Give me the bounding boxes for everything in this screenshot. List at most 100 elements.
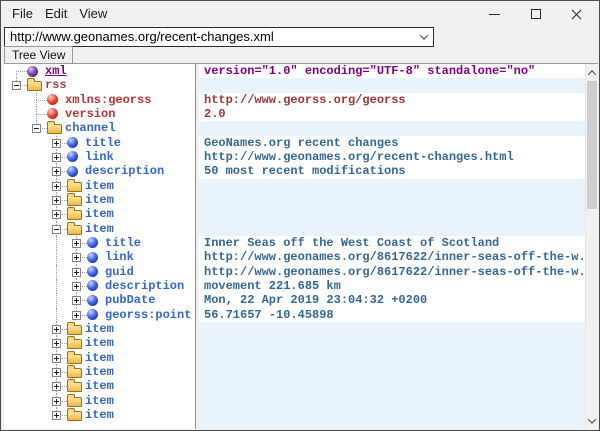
tree-node-label: description — [85, 164, 164, 178]
tree-node-label: rss — [45, 78, 67, 92]
value-row[interactable] — [199, 207, 585, 221]
value-row[interactable]: 56.71657 -10.45898 — [199, 308, 585, 322]
tree-row[interactable]: item — [4, 365, 195, 379]
value-row[interactable]: GeoNames.org recent changes — [199, 136, 585, 150]
maximize-icon — [531, 9, 541, 19]
tree-row[interactable]: xml — [4, 64, 195, 78]
collapse-icon[interactable] — [12, 81, 21, 90]
value-row[interactable] — [199, 179, 585, 193]
expand-icon[interactable] — [52, 368, 61, 377]
menu-file[interactable]: File — [6, 2, 39, 25]
value-row[interactable]: Inner Seas off the West Coast of Scotlan… — [199, 236, 585, 250]
expand-icon[interactable] — [72, 268, 81, 277]
tree-row[interactable]: georss:point — [4, 308, 195, 322]
tree-guide-line — [36, 93, 37, 100]
tree-row[interactable]: item — [4, 222, 195, 236]
tree-row[interactable]: item — [4, 351, 195, 365]
tree-row[interactable]: title — [4, 136, 195, 150]
expand-icon[interactable] — [72, 239, 81, 248]
tree-row[interactable]: title — [4, 236, 195, 250]
tree-row[interactable]: description — [4, 279, 195, 293]
expand-icon[interactable] — [52, 167, 61, 176]
tree-node-label: pubDate — [105, 293, 155, 307]
minimize-icon — [489, 14, 500, 15]
tree-row[interactable]: rss — [4, 78, 195, 92]
value-row[interactable] — [199, 394, 585, 408]
value-row[interactable]: 2.0 — [199, 107, 585, 121]
expand-icon[interactable] — [72, 282, 81, 291]
value-row[interactable]: version="1.0" encoding="UTF-8" standalon… — [199, 64, 585, 78]
collapse-icon[interactable] — [32, 124, 41, 133]
tree-row[interactable]: item — [4, 193, 195, 207]
scroll-down-button[interactable] — [586, 413, 598, 428]
tree-row[interactable]: description — [4, 164, 195, 178]
expand-icon[interactable] — [72, 296, 81, 305]
menu-edit[interactable]: Edit — [39, 2, 73, 25]
tree-row[interactable]: item — [4, 322, 195, 336]
expand-icon[interactable] — [72, 253, 81, 262]
tree-node-label: item — [85, 336, 114, 350]
combo-dropdown-button[interactable] — [415, 34, 433, 40]
value-row[interactable] — [199, 193, 585, 207]
value-row[interactable] — [199, 222, 585, 236]
expand-icon[interactable] — [52, 397, 61, 406]
tree-row[interactable]: item — [4, 394, 195, 408]
tree-row[interactable]: item — [4, 207, 195, 221]
expand-icon[interactable] — [52, 411, 61, 420]
tree-node-label: item — [85, 322, 114, 336]
element-icon — [67, 137, 78, 148]
tree-row[interactable]: link — [4, 250, 195, 264]
value-row[interactable] — [199, 408, 585, 422]
tree-row[interactable]: version — [4, 107, 195, 121]
menu-view[interactable]: View — [73, 2, 113, 25]
tree-row[interactable]: item — [4, 179, 195, 193]
collapse-icon[interactable] — [52, 225, 61, 234]
tree-row[interactable]: item — [4, 379, 195, 393]
tree-row[interactable]: guid — [4, 265, 195, 279]
element-icon — [87, 295, 98, 306]
tree-row[interactable]: xmlns:georss — [4, 93, 195, 107]
expand-icon[interactable] — [52, 382, 61, 391]
tree-row[interactable]: channel — [4, 121, 195, 135]
address-input[interactable] — [5, 29, 415, 45]
folder-icon — [67, 368, 82, 378]
value-row[interactable]: http://www.geonames.org/8617622/inner-se… — [199, 265, 585, 279]
scrollbar-thumb[interactable] — [587, 81, 597, 209]
value-row[interactable]: Mon, 22 Apr 2019 23:04:32 +0200 — [199, 293, 585, 307]
value-row[interactable]: http://www.geonames.org/8617622/inner-se… — [199, 250, 585, 264]
value-row[interactable]: 50 most recent modifications — [199, 164, 585, 178]
expand-icon[interactable] — [52, 339, 61, 348]
tab-tree-view[interactable]: Tree View — [4, 46, 73, 63]
tree-row[interactable]: link — [4, 150, 195, 164]
tree-row[interactable]: item — [4, 336, 195, 350]
value-row[interactable] — [199, 322, 585, 336]
tree-row[interactable]: pubDate — [4, 293, 195, 307]
value-row[interactable] — [199, 365, 585, 379]
value-row[interactable]: http://www.georss.org/georss — [199, 93, 585, 107]
value-row[interactable]: movement 221.685 km — [199, 279, 585, 293]
value-row[interactable] — [199, 121, 585, 135]
scroll-up-button[interactable] — [586, 65, 598, 80]
expand-icon[interactable] — [52, 196, 61, 205]
expand-icon[interactable] — [52, 210, 61, 219]
value-row[interactable] — [199, 379, 585, 393]
expand-icon[interactable] — [52, 139, 61, 148]
expand-icon[interactable] — [52, 325, 61, 334]
tree-row[interactable]: item — [4, 408, 195, 422]
value-row[interactable] — [199, 336, 585, 350]
expand-icon[interactable] — [72, 311, 81, 320]
maximize-button[interactable] — [515, 1, 556, 27]
expand-icon[interactable] — [52, 182, 61, 191]
tree-node-label: version — [65, 107, 115, 121]
value-row[interactable]: http://www.geonames.org/recent-changes.h… — [199, 150, 585, 164]
minimize-button[interactable] — [474, 1, 515, 27]
tree-guide-line — [56, 236, 57, 250]
vertical-scrollbar[interactable] — [585, 64, 598, 429]
close-button[interactable] — [556, 1, 597, 27]
expand-icon[interactable] — [52, 153, 61, 162]
value-row[interactable] — [199, 78, 585, 92]
tree-node-label: link — [105, 250, 134, 264]
value-row[interactable] — [199, 351, 585, 365]
tree-guide-line — [36, 100, 37, 107]
expand-icon[interactable] — [52, 354, 61, 363]
